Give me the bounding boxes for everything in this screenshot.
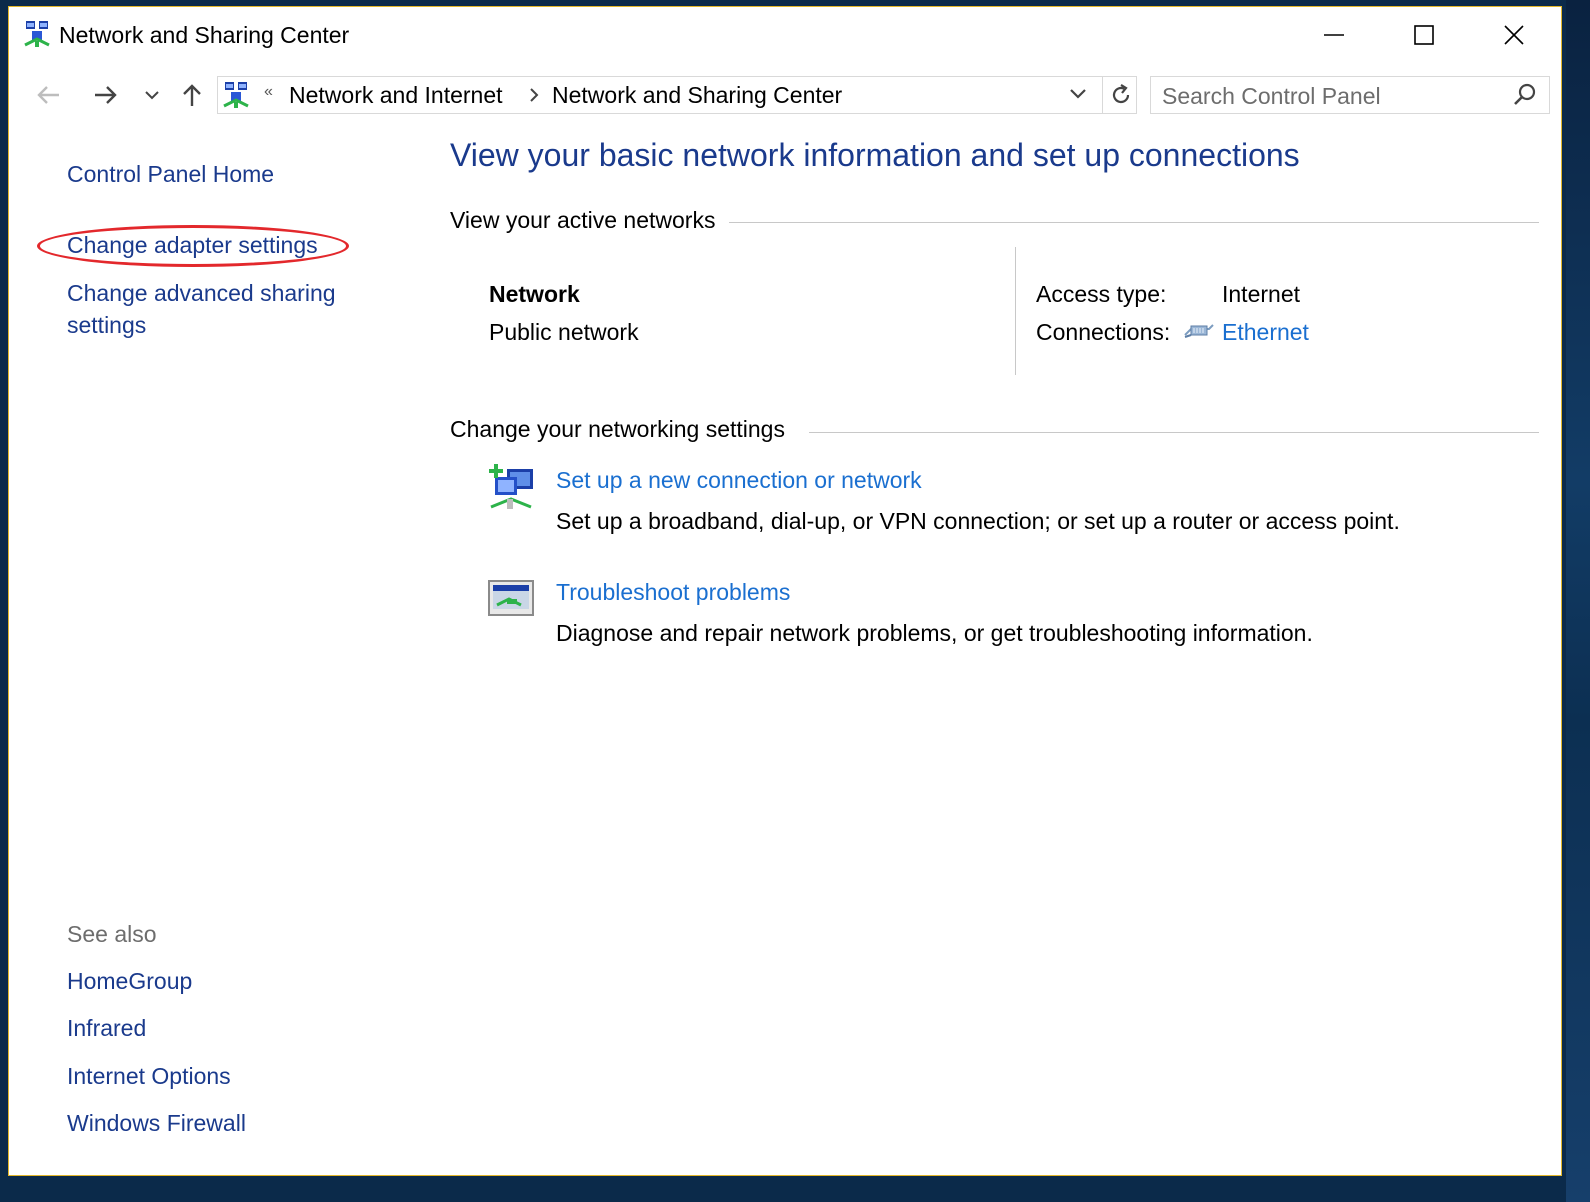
homegroup-link[interactable]: HomeGroup: [67, 965, 192, 997]
navigation-bar: « Network and Internet Network and Shari…: [9, 73, 1561, 117]
chevron-down-icon: [145, 91, 159, 100]
forward-arrow-icon: [95, 86, 117, 104]
network-sharing-icon: [223, 82, 249, 108]
close-icon: [1504, 25, 1524, 45]
search-box[interactable]: [1150, 76, 1550, 115]
back-arrow-icon: [37, 86, 59, 104]
networking-settings-heading: Change your networking settings: [450, 416, 795, 443]
window-title: Network and Sharing Center: [59, 22, 350, 48]
maximize-button[interactable]: [1379, 7, 1469, 63]
network-name: Network: [489, 281, 580, 307]
setup-connection-description: Set up a broadband, dial-up, or VPN conn…: [556, 508, 1400, 534]
breadcrumb-network-internet[interactable]: Network and Internet: [289, 82, 503, 109]
search-input[interactable]: [1151, 77, 1514, 115]
control-panel-home-link[interactable]: Control Panel Home: [67, 158, 274, 190]
back-button[interactable]: [33, 77, 63, 113]
troubleshoot-icon: [488, 580, 534, 616]
troubleshoot-problems-link[interactable]: Troubleshoot problems: [556, 579, 790, 606]
search-icon[interactable]: [1511, 81, 1539, 109]
access-type-label: Access type:: [1036, 281, 1167, 307]
network-type: Public network: [489, 319, 639, 345]
forward-button[interactable]: [91, 77, 121, 113]
breadcrumb-network-sharing-center[interactable]: Network and Sharing Center: [552, 82, 842, 109]
advanced-sharing-line-2: settings: [67, 312, 147, 338]
up-arrow-icon: [183, 84, 201, 106]
up-button[interactable]: [177, 77, 207, 113]
troubleshoot-description: Diagnose and repair network problems, or…: [556, 620, 1313, 646]
minimize-button[interactable]: [1289, 7, 1379, 63]
connections-label: Connections:: [1036, 319, 1171, 345]
network-sharing-center-window: Network and Sharing Center « Network and…: [8, 6, 1562, 1176]
ethernet-connection-link[interactable]: Ethernet: [1222, 319, 1309, 346]
recent-locations-button[interactable]: [141, 77, 163, 113]
refresh-icon: [1112, 84, 1130, 104]
change-adapter-settings-link[interactable]: Change adapter settings: [67, 229, 318, 261]
breadcrumb-separator-icon[interactable]: [528, 86, 540, 104]
change-advanced-sharing-settings-link[interactable]: Change advanced sharing settings: [67, 277, 336, 341]
page-title: View your basic network information and …: [450, 137, 1300, 173]
refresh-button[interactable]: [1102, 77, 1139, 113]
advanced-sharing-line-1: Change advanced sharing: [67, 280, 336, 306]
setup-connection-link[interactable]: Set up a new connection or network: [556, 467, 922, 494]
internet-options-link[interactable]: Internet Options: [67, 1060, 231, 1092]
infrared-link[interactable]: Infrared: [67, 1012, 146, 1044]
windows-firewall-link[interactable]: Windows Firewall: [67, 1107, 246, 1139]
minimize-icon: [1324, 34, 1344, 36]
network-divider: [1015, 247, 1016, 375]
address-bar[interactable]: « Network and Internet Network and Shari…: [217, 76, 1137, 114]
network-sharing-icon: [24, 21, 50, 47]
maximize-icon: [1414, 25, 1434, 45]
address-dropdown-icon[interactable]: [1068, 86, 1088, 102]
active-networks-heading: View your active networks: [450, 207, 726, 234]
section-divider: [809, 432, 1539, 433]
access-type-value: Internet: [1222, 281, 1300, 307]
ethernet-icon: [1184, 324, 1214, 338]
close-button[interactable]: [1469, 7, 1559, 63]
see-also-heading: See also: [67, 921, 157, 947]
section-divider: [729, 222, 1539, 223]
new-connection-icon: [489, 464, 533, 509]
breadcrumb-overflow[interactable]: «: [264, 83, 273, 101]
title-bar: Network and Sharing Center: [9, 7, 1561, 63]
desktop-background: [1566, 0, 1590, 1202]
